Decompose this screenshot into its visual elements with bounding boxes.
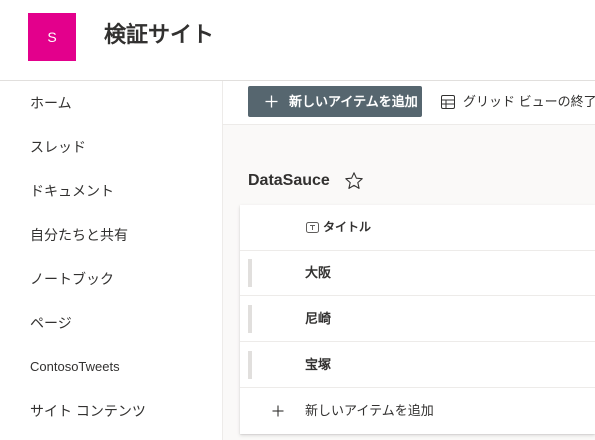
grid-header-row: タイトル — [240, 205, 595, 251]
nav-item-contosotweets[interactable]: ContosoTweets — [0, 345, 222, 389]
main-content: 新しいアイテムを追加 グリッド ビューの終了 DataSauce タイトル 大阪… — [223, 81, 595, 440]
star-outline-icon[interactable] — [344, 171, 364, 191]
new-item-button[interactable]: 新しいアイテムを追加 — [248, 86, 422, 117]
command-bar: 新しいアイテムを追加 グリッド ビューの終了 — [223, 81, 595, 125]
row-selection-handle[interactable] — [248, 259, 252, 287]
site-title[interactable]: 検証サイト — [104, 20, 214, 50]
site-logo[interactable]: S — [28, 13, 76, 61]
list-title: DataSauce — [248, 172, 330, 189]
table-row[interactable]: 大阪 — [240, 250, 595, 296]
plus-icon — [265, 95, 278, 108]
grid-icon — [441, 95, 455, 109]
nav-item-home[interactable]: ホーム — [0, 81, 222, 125]
nav-item-site-contents[interactable]: サイト コンテンツ — [0, 389, 222, 433]
left-navigation: ホーム スレッド ドキュメント 自分たちと共有 ノートブック ページ Conto… — [0, 81, 223, 440]
list-grid: タイトル 大阪 尼崎 宝塚 新しいアイテムを追加 — [240, 205, 595, 434]
nav-item-shared-with-us[interactable]: 自分たちと共有 — [0, 213, 222, 257]
table-row[interactable]: 宝塚 — [240, 342, 595, 388]
nav-item-threads[interactable]: スレッド — [0, 125, 222, 169]
plus-icon — [272, 405, 284, 417]
add-new-item-label: 新しいアイテムを追加 — [305, 403, 434, 418]
column-header-title[interactable]: タイトル — [323, 205, 371, 250]
table-row[interactable]: 尼崎 — [240, 296, 595, 342]
row-title-cell[interactable]: 宝塚 — [305, 342, 331, 387]
site-header: S 検証サイト — [0, 0, 595, 81]
row-title-cell[interactable]: 尼崎 — [305, 296, 331, 341]
nav-item-documents[interactable]: ドキュメント — [0, 169, 222, 213]
row-selection-handle[interactable] — [248, 351, 252, 379]
new-item-label: 新しいアイテムを追加 — [289, 94, 418, 109]
add-new-item-row[interactable]: 新しいアイテムを追加 — [240, 388, 595, 434]
nav-item-notebook[interactable]: ノートブック — [0, 257, 222, 301]
nav-item-pages[interactable]: ページ — [0, 301, 222, 345]
exit-grid-view-button[interactable]: グリッド ビューの終了 — [435, 86, 595, 117]
text-column-icon — [306, 222, 319, 233]
row-title-cell[interactable]: 大阪 — [305, 250, 331, 295]
exit-grid-view-label: グリッド ビューの終了 — [463, 94, 595, 109]
row-selection-handle[interactable] — [248, 305, 252, 333]
